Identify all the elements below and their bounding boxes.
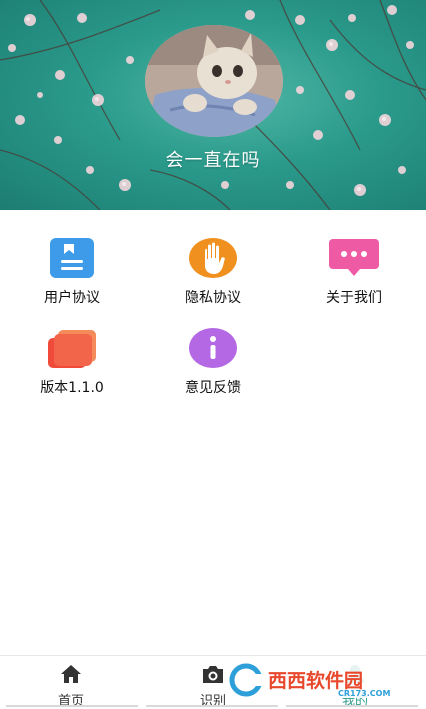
version-label: 版本1.1.0	[40, 380, 104, 396]
profile-header: 会一直在吗	[0, 0, 426, 210]
privacy-agreement-item[interactable]: 隐私协议	[158, 238, 268, 307]
watermark-image: 西西软件园 CR173.COM	[228, 662, 408, 698]
document-icon	[50, 238, 94, 278]
hand-icon	[189, 238, 237, 278]
feedback-item[interactable]: 意见反馈	[158, 328, 268, 397]
layers-icon	[48, 330, 96, 368]
nav-underline	[6, 705, 138, 707]
about-us-label: 关于我们	[326, 290, 382, 306]
watermark-en-text: CR173.COM	[338, 689, 390, 698]
info-icon	[189, 328, 237, 368]
avatar[interactable]	[145, 25, 283, 137]
user-agreement-item[interactable]: 用户协议	[17, 238, 127, 307]
feedback-label: 意见反馈	[185, 380, 241, 396]
home-icon	[61, 665, 81, 683]
nav-underline	[286, 705, 418, 707]
username-label: 会一直在吗	[165, 150, 261, 171]
user-agreement-label: 用户协议	[44, 290, 100, 306]
cat-avatar-image	[145, 25, 283, 137]
nav-underline	[146, 705, 278, 707]
chat-bubble-icon	[329, 239, 379, 276]
version-item[interactable]: 版本1.1.0	[17, 328, 127, 397]
watermark-logo: 西西软件园 CR173.COM	[228, 660, 408, 700]
nav-home[interactable]: 首页	[6, 664, 136, 709]
privacy-agreement-label: 隐私协议	[185, 290, 241, 306]
camera-icon	[203, 666, 223, 683]
about-us-item[interactable]: 关于我们	[299, 238, 409, 307]
